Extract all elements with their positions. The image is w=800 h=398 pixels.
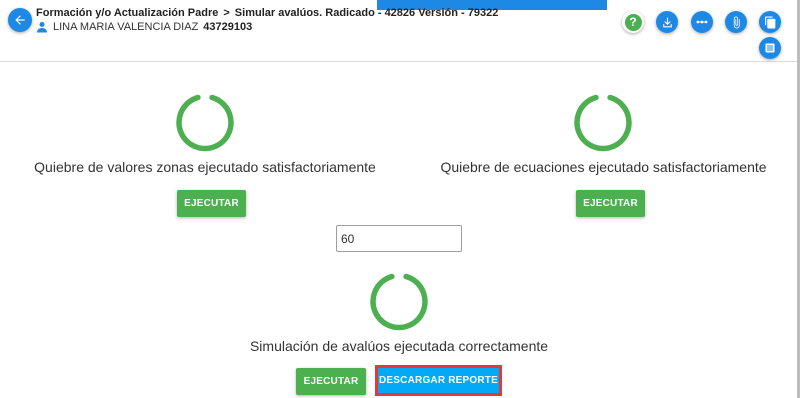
ejecutar-zonas-button[interactable]: EJECUTAR — [177, 190, 246, 217]
simulation-value-input[interactable] — [336, 225, 462, 252]
success-ring-icon — [574, 94, 632, 152]
attach-button[interactable] — [725, 11, 747, 33]
person-icon — [37, 22, 47, 33]
copy-button[interactable] — [759, 11, 781, 33]
descargar-reporte-button[interactable]: DESCARGAR REPORTE — [375, 365, 502, 396]
help-icon: ? — [624, 13, 642, 31]
ecuaciones-status-message: Quiebre de ecuaciones ejecutado satisfac… — [440, 159, 767, 175]
success-ring-icon — [370, 273, 428, 331]
user-id: 43729103 — [203, 21, 253, 33]
breadcrumb: Formación y/o Actualización Padre > Simu… — [36, 6, 498, 20]
app-frame: Formación y/o Actualización Padre > Simu… — [0, 0, 800, 398]
breadcrumb-separator: > — [223, 7, 230, 19]
ejecutar-ecuaciones-button[interactable]: EJECUTAR — [576, 190, 645, 217]
ejecutar-simulacion-button[interactable]: EJECUTAR — [296, 368, 366, 395]
user-name: LINA MARIA VALENCIA DIAZ — [53, 21, 199, 33]
more-horizontal-icon — [696, 20, 708, 24]
copy-icon — [764, 16, 775, 28]
breadcrumb-item-current: Simular avalúos. Radicado - 42826 Versió… — [234, 7, 499, 19]
download-icon — [662, 17, 672, 27]
download-button[interactable] — [656, 11, 678, 33]
list-button[interactable] — [759, 37, 781, 59]
more-options-button[interactable] — [691, 11, 713, 33]
breadcrumb-item-parent[interactable]: Formación y/o Actualización Padre — [36, 7, 218, 19]
user-info: LINA MARIA VALENCIA DIAZ 43729103 — [36, 20, 252, 34]
success-ring-icon — [176, 94, 234, 152]
list-icon — [765, 43, 775, 53]
zonas-status-message: Quiebre de valores zonas ejecutado satis… — [34, 159, 376, 175]
arrow-left-icon — [15, 15, 25, 25]
back-button[interactable] — [8, 8, 32, 32]
simulacion-status-message: Simulación de avalúos ejecutada correcta… — [249, 338, 549, 354]
page-header: Formación y/o Actualización Padre > Simu… — [0, 0, 797, 62]
help-button[interactable]: ? — [622, 11, 644, 33]
attach-icon — [733, 16, 740, 28]
